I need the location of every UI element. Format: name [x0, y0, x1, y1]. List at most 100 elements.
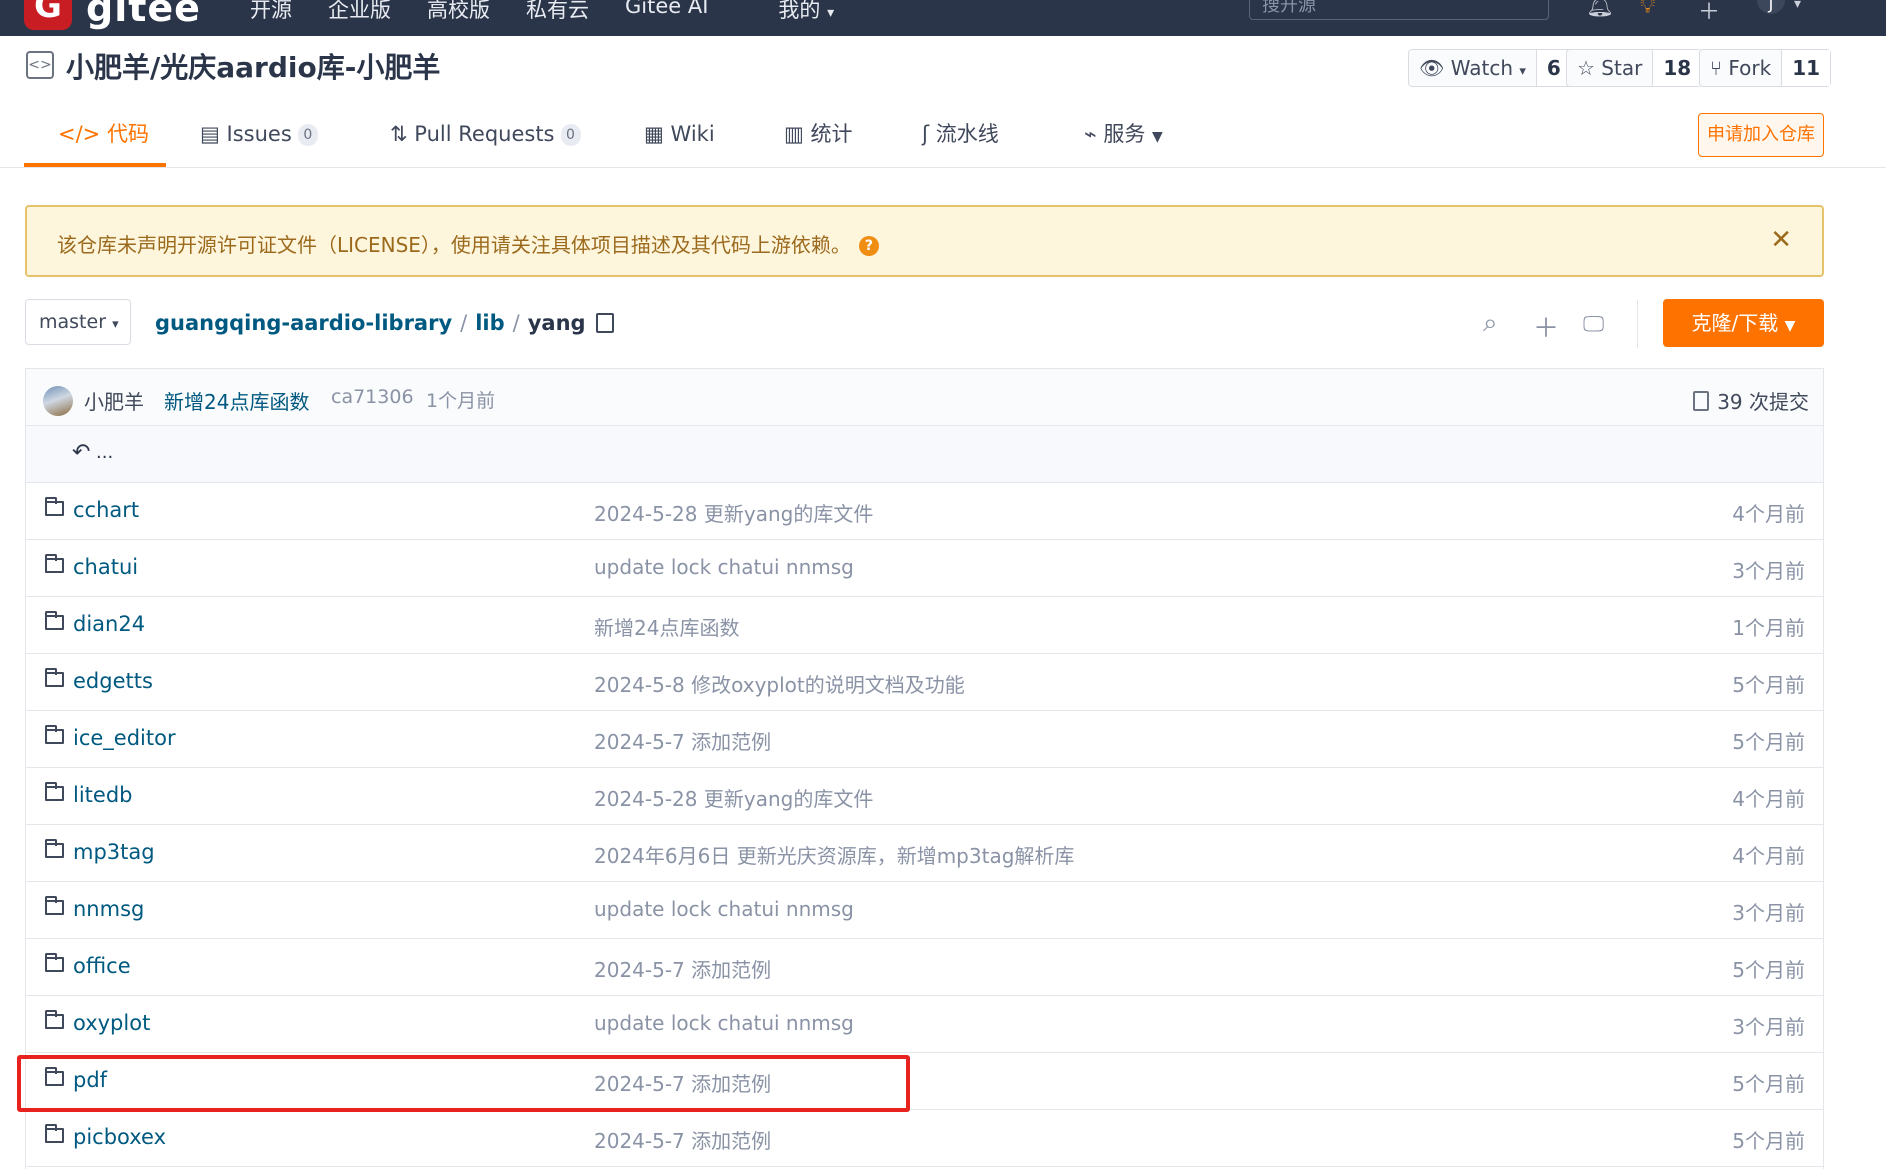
fork-count[interactable]: 11: [1781, 50, 1831, 86]
table-row: office 2024-5-7 添加范例 5个月前: [26, 939, 1823, 996]
breadcrumb-root[interactable]: guangqing-aardio-library: [155, 311, 452, 335]
folder-commit-message[interactable]: 2024-5-7 添加范例: [594, 954, 771, 983]
tab-wiki-label: Wiki: [670, 122, 715, 146]
breadcrumb-lib[interactable]: lib: [475, 311, 504, 335]
commits-icon: [1693, 391, 1710, 411]
folder-name[interactable]: dian24: [73, 612, 145, 636]
folder-name[interactable]: chatui: [73, 555, 138, 579]
clone-download-button[interactable]: 克隆/下载 ▼: [1663, 299, 1824, 347]
folder-commit-message[interactable]: update lock chatui nnmsg: [594, 555, 854, 579]
nav-link-private-cloud[interactable]: 私有云: [526, 0, 589, 24]
watch-button[interactable]: 👁︎ Watch ▾ 6: [1408, 49, 1572, 87]
folder-name[interactable]: mp3tag: [73, 840, 155, 864]
star-button[interactable]: ☆ Star 18: [1566, 49, 1703, 87]
folder-commit-message[interactable]: update lock chatui nnmsg: [594, 897, 854, 921]
folder-commit-message[interactable]: 2024-5-28 更新yang的库文件: [594, 498, 873, 527]
folder-commit-time: 1个月前: [1732, 616, 1805, 640]
folder-name[interactable]: edgetts: [73, 669, 153, 693]
tab-stats[interactable]: ▥ 统计: [784, 110, 853, 168]
license-warning-banner: 该仓库未声明开源许可证文件（LICENSE），使用请关注具体项目描述及其代码上游…: [25, 205, 1824, 277]
apply-join-button[interactable]: 申请加入仓库: [1698, 113, 1824, 157]
tab-code[interactable]: </> 代码: [58, 110, 149, 168]
folder-commit-time: 5个月前: [1732, 958, 1805, 982]
folder-commit-time: 4个月前: [1732, 787, 1805, 811]
folder-commit-message[interactable]: 2024-5-28 更新yang的库文件: [594, 783, 873, 812]
parent-directory-row[interactable]: ↶ ...: [26, 426, 1823, 483]
nav-link-gitee-ai[interactable]: Gitee AI: [625, 0, 708, 24]
gitee-logo-icon[interactable]: G: [24, 0, 72, 30]
tab-service[interactable]: ⌁ 服务 ▼: [1084, 110, 1163, 168]
folder-icon: [45, 782, 64, 801]
tab-pipeline[interactable]: ʃ 流水线: [922, 110, 999, 168]
folder-name[interactable]: ice_editor: [73, 726, 176, 750]
commit-hash[interactable]: ca71306: [331, 386, 414, 408]
folder-name[interactable]: picboxex: [73, 1125, 166, 1149]
pr-count-badge: 0: [560, 124, 581, 146]
table-row: cchart 2024-5-28 更新yang的库文件 4个月前: [26, 483, 1823, 540]
breadcrumb-separator: /: [460, 311, 468, 335]
user-avatar[interactable]: J: [1757, 0, 1785, 14]
folder-commit-message[interactable]: 2024-5-7 添加范例: [594, 726, 771, 755]
tab-issues[interactable]: ▤ Issues 0: [200, 110, 318, 168]
tab-wiki[interactable]: ▦ Wiki: [644, 110, 715, 168]
nav-link-mine[interactable]: 我的 ▾: [778, 0, 834, 24]
folder-icon: [45, 839, 64, 858]
lightbulb-icon[interactable]: 💡︎: [1640, 0, 1655, 19]
issues-icon: ▤: [200, 122, 220, 146]
nav-mine-label: 我的: [778, 0, 821, 22]
folder-name[interactable]: litedb: [73, 783, 132, 807]
table-row: picboxex 2024-5-7 添加范例 5个月前: [26, 1110, 1823, 1167]
fork-button[interactable]: ⑂ Fork 11: [1699, 49, 1832, 87]
bell-icon[interactable]: 🔔︎: [1586, 0, 1614, 19]
folder-name[interactable]: oxyplot: [73, 1011, 150, 1035]
folder-name[interactable]: nnmsg: [73, 897, 144, 921]
plus-icon[interactable]: ＋: [1698, 0, 1720, 26]
table-row: chatui update lock chatui nnmsg 3个月前: [26, 540, 1823, 597]
chevron-down-icon: ▾: [1519, 64, 1526, 79]
chevron-down-icon: ▾: [112, 317, 119, 332]
tab-service-label: 服务: [1103, 122, 1146, 146]
folder-icon: [45, 896, 64, 915]
nav-link-edu[interactable]: 高校版: [427, 0, 490, 24]
tabs-divider: [0, 167, 1886, 168]
folder-commit-time: 5个月前: [1732, 1072, 1805, 1096]
folder-commit-time: 4个月前: [1732, 502, 1805, 526]
repo-title[interactable]: 小肥羊/光庆aardio库-小肥羊: [66, 46, 440, 86]
help-icon[interactable]: ?: [858, 236, 879, 256]
stats-icon: ▥: [784, 122, 804, 146]
tab-pull-requests[interactable]: ⇅ Pull Requests 0: [390, 110, 581, 168]
branch-selector[interactable]: master ▾: [25, 299, 131, 345]
folder-icon: [45, 1067, 64, 1086]
nav-link-opensource[interactable]: 开源: [250, 0, 292, 24]
folder-commit-message[interactable]: 2024-5-7 添加范例: [594, 1125, 771, 1154]
commit-count-link[interactable]: 39 次提交: [1693, 386, 1809, 415]
folder-name[interactable]: pdf: [73, 1068, 107, 1092]
folder-name[interactable]: cchart: [73, 498, 139, 522]
commit-author[interactable]: 小肥羊: [84, 386, 144, 415]
commit-message[interactable]: 新增24点库函数: [164, 386, 309, 415]
folder-commit-message[interactable]: update lock chatui nnmsg: [594, 1011, 854, 1035]
star-count[interactable]: 18: [1652, 50, 1702, 86]
folder-commit-message[interactable]: 2024-5-8 修改oxyplot的说明文档及功能: [594, 669, 965, 698]
avatar[interactable]: [43, 386, 73, 416]
folder-icon: [45, 554, 64, 573]
breadcrumb-separator: /: [512, 311, 520, 335]
top-search-input[interactable]: 搜开源: [1249, 0, 1549, 20]
folder-commit-message[interactable]: 新增24点库函数: [594, 612, 739, 641]
top-nav-links: 开源 企业版 高校版 私有云 Gitee AI 我的 ▾: [250, 0, 870, 24]
folder-commit-time: 3个月前: [1732, 1015, 1805, 1039]
copy-path-icon[interactable]: [595, 313, 614, 333]
web-ide-icon[interactable]: 🖵︎: [1583, 312, 1604, 337]
nav-link-enterprise[interactable]: 企业版: [328, 0, 391, 24]
folder-icon: [45, 611, 64, 630]
chevron-down-icon[interactable]: ▾: [1794, 0, 1801, 12]
close-icon[interactable]: ✕: [1770, 225, 1792, 255]
add-file-icon[interactable]: ＋: [1533, 308, 1559, 345]
folder-commit-message[interactable]: 2024-5-7 添加范例: [594, 1068, 771, 1097]
folder-name[interactable]: office: [73, 954, 131, 978]
top-navbar: G gitee 开源 企业版 高校版 私有云 Gitee AI 我的 ▾ 搜开源…: [0, 0, 1886, 36]
folder-commit-message[interactable]: 2024年6月6日 更新光庆资源库，新增mp3tag解析库: [594, 840, 1074, 869]
license-warning-text: 该仓库未声明开源许可证文件（LICENSE），使用请关注具体项目描述及其代码上游…: [57, 229, 879, 258]
search-icon[interactable]: ⌕: [1483, 308, 1498, 339]
logo-text[interactable]: gitee: [86, 0, 201, 30]
